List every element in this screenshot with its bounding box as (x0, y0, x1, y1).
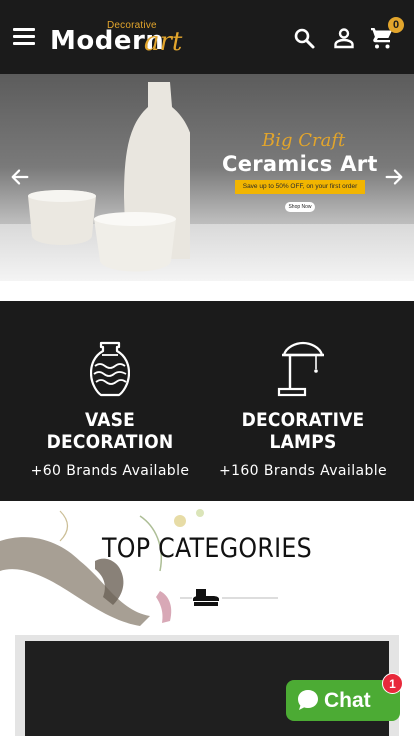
feature-vase-decoration[interactable]: VASE DECORATION +60 Brands Available (15, 341, 205, 479)
vase-icon (90, 341, 130, 397)
arrow-right-icon[interactable] (383, 166, 405, 188)
feature-title: VASE DECORATION (46, 409, 174, 453)
banner-offer: Save up to 50% OFF, on your first order (235, 180, 365, 194)
chat-notification-badge: 1 (382, 673, 403, 694)
decorative-wolf-illustration (0, 509, 204, 626)
feature-subtitle: +60 Brands Available (30, 463, 190, 479)
menu-icon[interactable] (13, 28, 35, 46)
logo-art-script: art (144, 27, 183, 57)
search-icon[interactable] (292, 26, 316, 50)
lamp-icon (277, 341, 324, 397)
features-section: VASE DECORATION +60 Brands Available DEC… (0, 301, 414, 501)
shop-now-button[interactable]: Shop Now (285, 202, 315, 212)
banner-script-text: Big Craft (262, 130, 346, 151)
site-header: Decorative Modern art 0 (0, 0, 414, 74)
chat-label: Chat (324, 689, 371, 712)
chat-bubble-icon (298, 690, 318, 710)
cart-count-badge: 0 (388, 17, 404, 33)
ceramics-image (28, 82, 190, 272)
feature-title: DECORATIVE LAMPS (241, 409, 365, 453)
site-logo[interactable]: Decorative Modern art (50, 18, 190, 58)
user-icon[interactable] (332, 26, 356, 50)
section-title: TOP CATEGORIES (101, 533, 313, 564)
lamp-divider-icon (180, 589, 278, 606)
feature-subtitle: +160 Brands Available (218, 463, 388, 479)
arrow-left-icon[interactable] (9, 166, 31, 188)
banner-title: Ceramics Art (222, 152, 378, 176)
hero-banner[interactable]: Big Craft Ceramics Art Save up to 50% OF… (0, 74, 414, 281)
feature-decorative-lamps[interactable]: DECORATIVE LAMPS +160 Brands Available (208, 341, 398, 479)
